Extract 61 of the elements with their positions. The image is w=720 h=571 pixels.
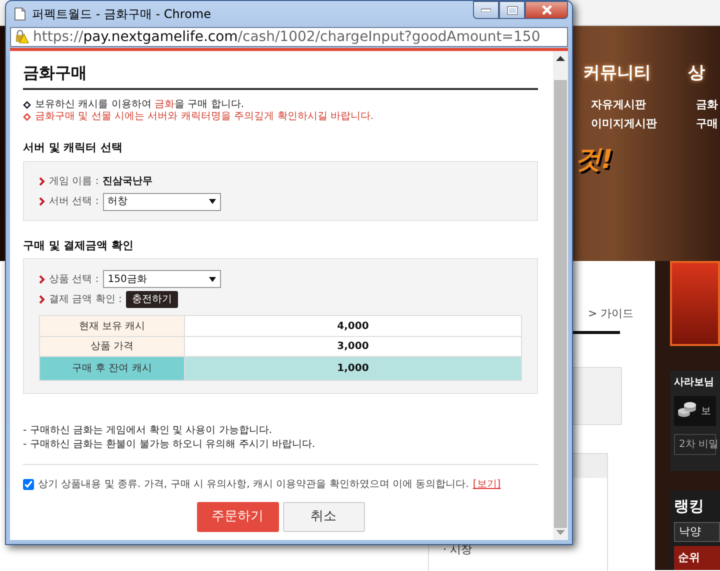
diamond-bullet-icon <box>23 101 31 109</box>
notice-text: 보유하신 캐시를 이용하여 금화을 구매 합니다. <box>35 99 244 111</box>
nav-menu-item[interactable]: 금화 <box>696 94 718 114</box>
close-icon <box>540 5 552 15</box>
page-icon <box>14 7 26 21</box>
dropdown-arrow-icon <box>208 199 216 204</box>
window-title: 퍼펙트월드 - 금화구매 - Chrome <box>32 6 212 23</box>
maximize-icon <box>506 6 518 14</box>
scrollbar[interactable] <box>553 51 568 540</box>
section-title: 구매 및 결제금액 확인 <box>23 238 134 254</box>
coins-icon <box>677 402 697 420</box>
agree-checkbox[interactable] <box>23 479 34 490</box>
chevron-icon <box>39 177 45 186</box>
ranking-select[interactable]: 낙양 <box>674 522 720 542</box>
table-cell: 3,000 <box>185 337 521 356</box>
balance-label: 보 <box>701 404 711 418</box>
cancel-button[interactable]: 취소 <box>282 502 364 532</box>
scroll-up-icon[interactable] <box>556 56 565 62</box>
promo-text: 것! <box>575 144 613 177</box>
minimize-button[interactable] <box>473 1 499 19</box>
select-field[interactable]: 150금화 <box>102 270 221 288</box>
chevron-icon <box>39 274 45 284</box>
table-header-cell: 구매 후 잔여 캐시 <box>40 357 185 380</box>
warning-lock-icon <box>15 30 29 44</box>
dropdown-arrow-icon <box>208 276 216 282</box>
diamond-bullet-icon <box>23 113 31 121</box>
nav-menu-item[interactable]: 이미지게시판 <box>591 114 688 132</box>
user-name: 사라보님 <box>674 376 715 390</box>
field-label: 상품 선택 : <box>49 272 99 286</box>
field-label: 게임 이름 : <box>49 175 99 189</box>
note-text: - 구매하신 금화는 환불이 불가능 하오니 유의해 주시기 바랍니다. <box>23 438 316 452</box>
order-button[interactable]: 주문하기 <box>196 502 278 532</box>
close-button[interactable] <box>525 1 568 19</box>
field-value: 진삼국난무 <box>102 175 153 189</box>
maximize-button[interactable] <box>499 1 525 19</box>
table-cell: 1,000 <box>185 357 521 380</box>
nav-menu-title[interactable]: 커뮤니티 <box>583 61 688 86</box>
page-heading: 금화구매 <box>23 57 538 90</box>
minimize-icon <box>481 8 491 12</box>
nav-menu-item[interactable]: 자유게시판 <box>591 94 688 114</box>
agreement-text: 상기 상품내용 및 종류. 가격, 구매 시 유의사항, 캐시 이용약관을 확인하였으며 이에 동의합니다. <box>38 478 469 492</box>
select-field[interactable]: 허창 <box>102 192 221 210</box>
charge-button[interactable]: 충전하기 <box>126 290 178 308</box>
field-label: 서버 선택 : <box>49 195 99 209</box>
nav-menu-title[interactable]: 상 <box>688 61 718 86</box>
nav-menu-item[interactable]: 구매 <box>696 114 718 132</box>
table-cell: 4,000 <box>185 316 521 336</box>
chevron-icon <box>39 197 45 206</box>
field-label: 결제 금액 확인 : <box>49 292 122 306</box>
chevron-icon <box>39 294 45 304</box>
table-header-cell: 현재 보유 캐시 <box>40 316 185 336</box>
password-button[interactable]: 2차 비밀 <box>674 434 716 455</box>
ranking-header: 순위 <box>674 546 720 570</box>
note-text: - 구매하신 금화는 게임에서 확인 및 사용이 가능합니다. <box>23 424 274 438</box>
ranking-title: 랭킹 <box>674 496 705 517</box>
notice-text: 금화구매 및 선물 시에는 서버와 캐릭터명을 주의깊게 확인하시길 바랍니다. <box>35 111 374 123</box>
view-link[interactable]: [보기] <box>472 477 501 492</box>
scrollbar-thumb[interactable] <box>554 80 567 528</box>
section-title: 서버 및 캐릭터 선택 <box>23 140 124 156</box>
table-header-cell: 상품 가격 <box>40 337 185 356</box>
breadcrumb[interactable]: > 가이드 <box>588 306 655 322</box>
